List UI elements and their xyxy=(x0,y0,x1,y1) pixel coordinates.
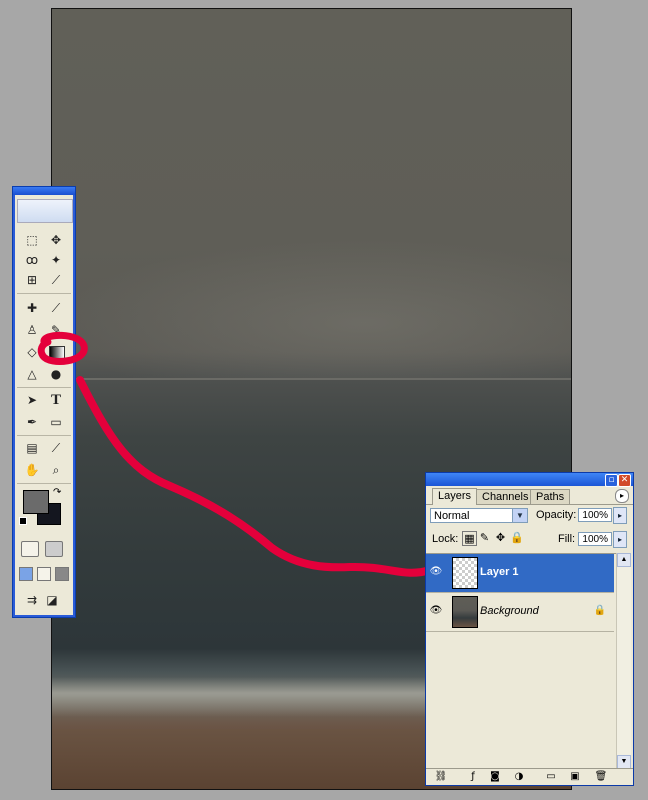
swap-colors-icon[interactable]: ↷ xyxy=(53,487,61,498)
eye-icon[interactable]: 👁 xyxy=(429,605,443,617)
tab-channels[interactable]: Channels xyxy=(476,489,535,504)
chevron-down-icon[interactable]: ▼ xyxy=(512,509,527,522)
standard-screen-mode-icon[interactable] xyxy=(19,567,33,581)
pen-icon[interactable]: ✒ xyxy=(23,413,41,431)
fill-label: Fill: xyxy=(558,533,576,545)
notes-icon[interactable]: ▤ xyxy=(23,439,41,457)
layer-style-icon[interactable]: ƒ xyxy=(466,771,480,783)
jump-to-imageready-icon[interactable]: ⇉ xyxy=(23,591,41,609)
layer-name: Background xyxy=(480,605,539,617)
palette-tabs: Layers Channels Paths ▸ xyxy=(426,486,633,505)
tools-palette-titlebar[interactable] xyxy=(13,187,75,195)
fill-input[interactable]: 100% xyxy=(578,532,612,546)
eraser-icon[interactable]: ◇ xyxy=(23,343,41,361)
lock-row: Lock: ▦ ✎ ✥ 🔒 Fill: 100% ▸ xyxy=(426,529,633,549)
layers-list: 👁 Layer 1 👁 Background 🔒 xyxy=(426,553,616,770)
marquee-icon[interactable]: ⬚ xyxy=(23,231,41,249)
foreground-color-swatch[interactable] xyxy=(23,490,49,514)
new-layer-icon[interactable]: ▣ xyxy=(568,771,582,783)
layer-row-layer1[interactable]: 👁 Layer 1 xyxy=(426,554,614,593)
tools-palette: ⬚ ✥ ꝏ ✦ ⊞ ⟋ ✚ ⟋ ♙ ✎ ◇ △ ● ➤ T ✒ ▭ ▤ ⟋ ✋ … xyxy=(12,186,76,618)
path-select-icon[interactable]: ➤ xyxy=(23,391,41,409)
lock-label: Lock: xyxy=(432,533,459,545)
healing-brush-icon[interactable]: ✚ xyxy=(23,299,41,317)
tab-layers[interactable]: Layers xyxy=(432,488,478,505)
layers-bottom-toolbar: ⛓ ƒ ◙ ◑ ▭ ▣ 🗑 xyxy=(426,768,633,785)
default-colors-icon[interactable] xyxy=(19,517,27,525)
eyedropper-icon[interactable]: ⟋ xyxy=(47,439,65,457)
blur-icon[interactable]: △ xyxy=(23,365,41,383)
dodge-icon[interactable]: ● xyxy=(47,365,65,383)
scroll-down-icon[interactable]: ▼ xyxy=(617,755,631,769)
crop-icon[interactable]: ⊞ xyxy=(23,271,41,289)
clone-stamp-icon[interactable]: ♙ xyxy=(23,321,41,339)
imageready-icon[interactable]: ◪ xyxy=(43,591,61,609)
sky-area xyxy=(52,239,571,379)
horizon-line xyxy=(52,378,571,380)
slice-icon[interactable]: ⟋ xyxy=(47,271,65,289)
eye-icon[interactable]: 👁 xyxy=(429,566,443,578)
full-screen-mode-icon[interactable] xyxy=(55,567,69,581)
brush-icon[interactable]: ⟋ xyxy=(47,299,65,317)
hand-icon[interactable]: ✋ xyxy=(23,461,41,479)
lock-all-icon[interactable]: 🔒 xyxy=(510,531,524,544)
shape-icon[interactable]: ▭ xyxy=(47,413,65,431)
full-screen-menu-mode-icon[interactable] xyxy=(37,567,51,581)
magic-wand-icon[interactable]: ✦ xyxy=(47,251,65,269)
move-icon[interactable]: ✥ xyxy=(47,231,65,249)
link-layers-icon[interactable]: ⛓ xyxy=(434,771,448,783)
layer-row-background[interactable]: 👁 Background 🔒 xyxy=(426,593,614,632)
layer-thumbnail xyxy=(452,596,478,628)
opacity-label: Opacity: xyxy=(536,509,577,521)
layers-titlebar[interactable]: ▫ ✕ xyxy=(426,473,633,487)
type-icon[interactable]: T xyxy=(47,391,65,409)
opacity-input[interactable]: 100% xyxy=(578,508,612,522)
fill-arrow-icon[interactable]: ▸ xyxy=(613,531,627,548)
scroll-up-icon[interactable]: ▲ xyxy=(617,553,631,567)
lock-icon: 🔒 xyxy=(593,605,606,616)
blend-mode-select[interactable]: Normal ▼ xyxy=(430,508,528,523)
blend-mode-value: Normal xyxy=(434,510,470,522)
layer-name: Layer 1 xyxy=(480,566,519,578)
opacity-arrow-icon[interactable]: ▸ xyxy=(613,507,627,524)
new-group-icon[interactable]: ▭ xyxy=(544,771,558,783)
lock-transparency-icon[interactable]: ▦ xyxy=(462,531,477,546)
gradient-icon[interactable] xyxy=(49,346,65,360)
lasso-icon[interactable]: ꝏ xyxy=(23,251,41,269)
feather-logo-icon[interactable] xyxy=(17,199,73,223)
delete-layer-icon[interactable]: 🗑 xyxy=(594,771,608,783)
add-mask-icon[interactable]: ◙ xyxy=(488,771,502,783)
lock-position-icon[interactable]: ✥ xyxy=(494,531,507,544)
adjustment-layer-icon[interactable]: ◑ xyxy=(512,771,526,783)
layers-scrollbar[interactable]: ▲ ▼ xyxy=(616,553,631,769)
zoom-icon[interactable]: ⌕ xyxy=(47,461,65,479)
quick-mask-mode-button[interactable] xyxy=(45,541,63,557)
layer-thumbnail xyxy=(452,557,478,589)
palette-menu-icon[interactable]: ▸ xyxy=(615,489,629,503)
lock-image-icon[interactable]: ✎ xyxy=(478,531,491,544)
blend-row: Normal ▼ Opacity: 100% ▸ xyxy=(426,506,633,526)
standard-mode-button[interactable] xyxy=(21,541,39,557)
tab-paths[interactable]: Paths xyxy=(530,489,571,504)
layers-palette: ▫ ✕ Layers Channels Paths ▸ Normal ▼ Opa… xyxy=(425,472,634,786)
history-brush-icon[interactable]: ✎ xyxy=(47,321,65,339)
